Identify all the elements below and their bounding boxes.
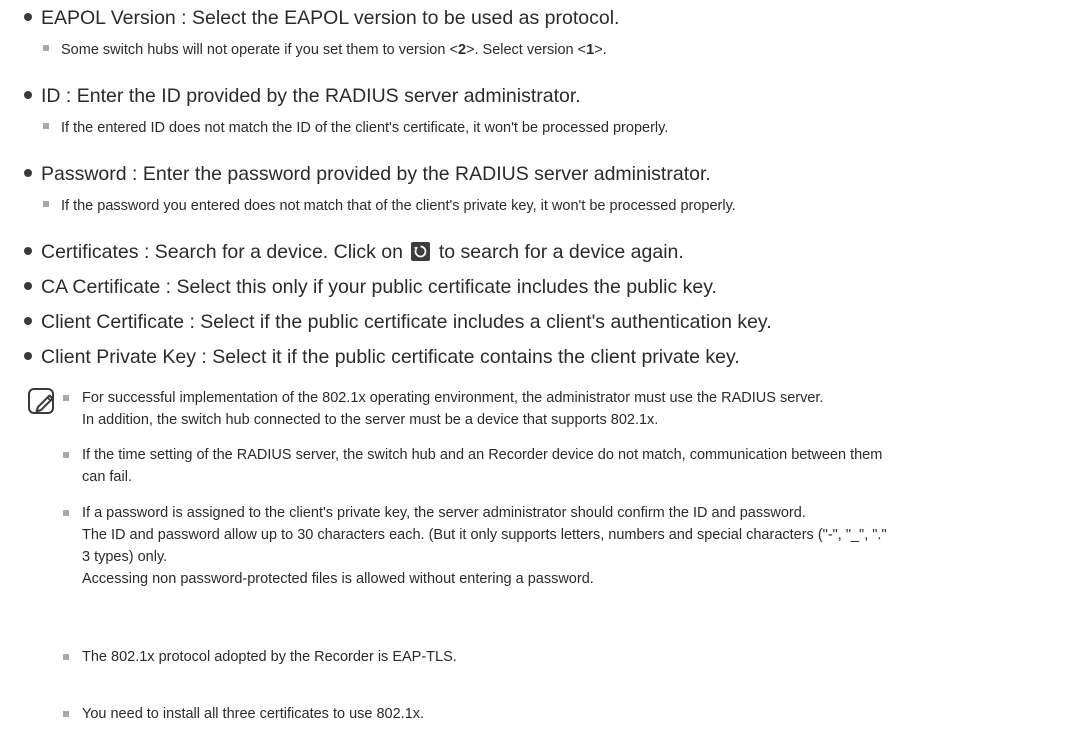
id-note: If the entered ID does not match the ID …: [43, 118, 668, 138]
note-square-bullet: [63, 711, 69, 717]
note-line: The 802.1x protocol adopted by the Recor…: [82, 649, 457, 665]
note-square-bullet: [63, 654, 69, 660]
eapol-note-text-1: Some switch hubs will not operate if you…: [61, 42, 458, 58]
client-certificate-text: Client Certificate : Select if the publi…: [41, 311, 772, 333]
client-private-key-item: Client Private Key : Select it if the pu…: [24, 345, 740, 369]
note-line: If a password is assigned to the client'…: [82, 505, 806, 521]
note-square-bullet: [43, 45, 49, 51]
note-password-assigned: If a password is assigned to the client'…: [63, 502, 887, 590]
note-pencil-icon: [28, 388, 54, 414]
note-square-bullet: [63, 395, 69, 401]
manual-page: EAPOL Version : Select the EAPOL version…: [0, 0, 1073, 745]
certificates-text-after: to search for a device again.: [438, 241, 684, 263]
bullet-dot: [24, 91, 32, 99]
ca-certificate-item: CA Certificate : Select this only if you…: [24, 275, 717, 299]
password-item: Password : Enter the password provided b…: [24, 162, 711, 186]
note-line: For successful implementation of the 802…: [82, 390, 824, 406]
eapol-note-version-2: 2: [457, 42, 467, 58]
note-install-certificates: You need to install all three certificat…: [63, 703, 425, 725]
client-private-key-text: Client Private Key : Select it if the pu…: [41, 346, 740, 368]
password-note-text: If the password you entered does not mat…: [61, 198, 736, 214]
client-certificate-item: Client Certificate : Select if the publi…: [24, 310, 772, 334]
certificates-item: Certificates : Search for a device. Clic…: [24, 240, 684, 264]
id-item: ID : Enter the ID provided by the RADIUS…: [24, 84, 581, 108]
ca-certificate-text: CA Certificate : Select this only if you…: [41, 276, 717, 298]
bullet-dot: [24, 13, 32, 21]
eapol-version-text: EAPOL Version : Select the EAPOL version…: [41, 7, 620, 29]
note-line: You need to install all three certificat…: [82, 706, 425, 722]
id-text: ID : Enter the ID provided by the RADIUS…: [41, 85, 581, 107]
bullet-dot: [24, 282, 32, 290]
note-line: The ID and password allow up to 30 chara…: [82, 527, 887, 543]
bullet-dot: [24, 352, 32, 360]
note-line: 3 types) only.: [82, 549, 168, 565]
eapol-version-note: Some switch hubs will not operate if you…: [43, 40, 607, 60]
bullet-dot: [24, 169, 32, 177]
eapol-version-item: EAPOL Version : Select the EAPOL version…: [24, 6, 619, 30]
note-square-bullet: [43, 201, 49, 207]
note-line: Accessing non password-protected files i…: [82, 571, 594, 587]
note-square-bullet: [43, 123, 49, 129]
eapol-note-version-1: 1: [586, 42, 595, 58]
note-radius-server: For successful implementation of the 802…: [63, 387, 824, 431]
bullet-dot: [24, 317, 32, 325]
bullet-dot: [24, 247, 32, 255]
password-text: Password : Enter the password provided b…: [41, 163, 711, 185]
password-note: If the password you entered does not mat…: [43, 196, 736, 216]
note-line: In addition, the switch hub connected to…: [82, 412, 659, 428]
note-line: can fail.: [82, 469, 132, 485]
certificates-text-before: Certificates : Search for a device. Clic…: [41, 241, 403, 263]
note-square-bullet: [63, 510, 69, 516]
refresh-icon[interactable]: [411, 242, 431, 261]
eapol-note-text-3: >.: [594, 42, 607, 58]
note-line: If the time setting of the RADIUS server…: [82, 447, 883, 463]
id-note-text: If the entered ID does not match the ID …: [61, 120, 669, 136]
note-square-bullet: [63, 452, 69, 458]
eapol-note-text-2: >. Select version <: [466, 42, 587, 58]
note-time-setting: If the time setting of the RADIUS server…: [63, 444, 883, 488]
note-eap-tls: The 802.1x protocol adopted by the Recor…: [63, 646, 457, 668]
